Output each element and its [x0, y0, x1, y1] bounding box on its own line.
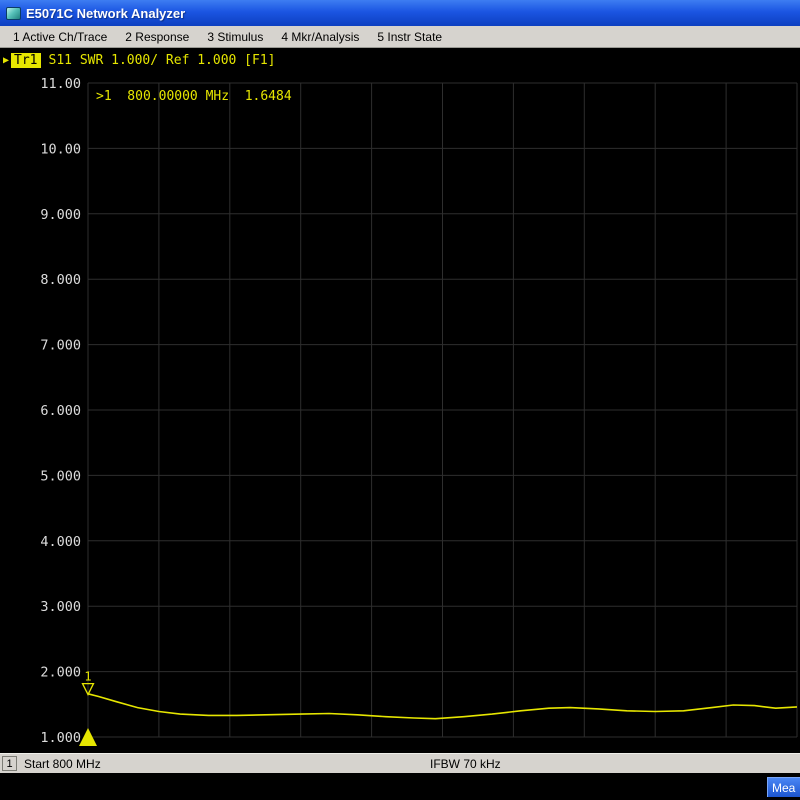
- analyzer-display: 11.00 10.00 9.000 8.000 7.000 6.000 5.000 4.000…: [0, 48, 800, 753]
- marker-readout: >1 800.00000 MHz 1.6484: [96, 89, 292, 104]
- start-frequency-label: Start 800 MHz: [24, 757, 101, 771]
- menu-item[interactable]: 1 Active Ch/Trace: [4, 30, 116, 44]
- y-axis-label: 6.000: [40, 403, 81, 419]
- graph-svg: 11.00 10.00 9.000 8.000 7.000 6.000 5.000 4.000…: [0, 48, 800, 753]
- title-bar[interactable]: E5071C Network Analyzer: [0, 0, 800, 26]
- y-axis-label: 1.000: [40, 730, 81, 746]
- marker-number: 1: [84, 670, 91, 684]
- y-axis-label: 9.000: [40, 207, 81, 223]
- ifbw-label: IFBW 70 kHz: [430, 757, 501, 771]
- y-axis-label: 4.000: [40, 534, 81, 550]
- menu-item[interactable]: 2 Response: [116, 30, 198, 44]
- y-axis-label: 11.00: [40, 76, 81, 92]
- y-axis-label: 8.000: [40, 272, 81, 288]
- trace-name-badge[interactable]: Tr1: [11, 53, 40, 68]
- active-trace-arrow-icon: ▶: [3, 55, 9, 66]
- y-axis-label: 7.000: [40, 338, 81, 354]
- window-title: E5071C Network Analyzer: [26, 6, 185, 21]
- meas-softkey-button[interactable]: Mea: [767, 777, 800, 797]
- menu-item[interactable]: 5 Instr State: [368, 30, 451, 44]
- bottom-bar: Mea: [0, 773, 800, 800]
- y-axis-label: 5.000: [40, 468, 81, 484]
- y-axis-label: 10.00: [40, 141, 81, 157]
- app-icon: [6, 7, 21, 20]
- y-axis-label: 3.000: [40, 599, 81, 615]
- channel-indicator: 1: [2, 756, 17, 771]
- menu-bar: 1 Active Ch/Trace2 Response3 Stimulus4 M…: [0, 26, 800, 48]
- trace-status-bar: ▶ Tr1 S11 SWR 1.000/ Ref 1.000 [F1]: [3, 53, 276, 68]
- trace-settings-text: S11 SWR 1.000/ Ref 1.000 [F1]: [49, 53, 276, 68]
- menu-item[interactable]: 3 Stimulus: [198, 30, 272, 44]
- y-axis-label: 2.000: [40, 665, 81, 681]
- menu-item[interactable]: 4 Mkr/Analysis: [272, 30, 368, 44]
- status-bar: 1 Start 800 MHz IFBW 70 kHz: [0, 753, 800, 773]
